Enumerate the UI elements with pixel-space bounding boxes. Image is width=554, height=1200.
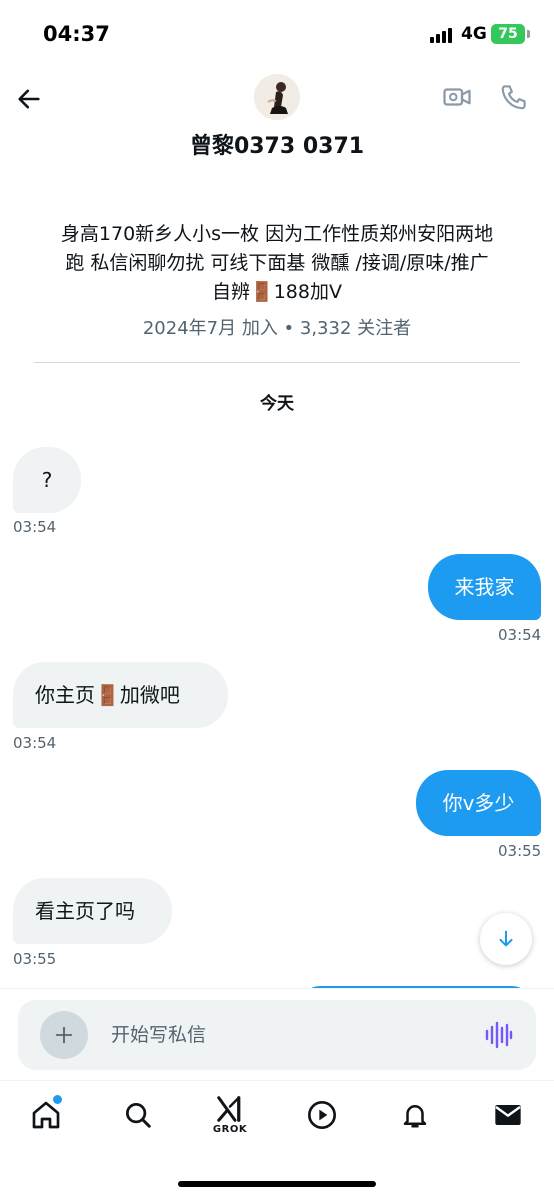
tab-messages[interactable] (485, 1092, 531, 1138)
voice-call-button[interactable] (497, 80, 531, 114)
search-icon (126, 1103, 151, 1128)
status-bar: 04:37 4G 75 (0, 0, 554, 62)
video-call-button[interactable] (440, 80, 474, 114)
message-timestamp: 03:55 (13, 950, 57, 968)
message-input[interactable] (111, 1021, 461, 1049)
message-text: 你主页🚪加微吧 (35, 683, 180, 707)
message-text: 来我家 (454, 575, 515, 599)
notification-dot (53, 1095, 62, 1104)
message-timestamp: 03:54 (13, 518, 57, 536)
home-indicator (178, 1181, 376, 1187)
message-text: 你v多少 (442, 791, 515, 815)
message-timestamp: 03:54 (13, 734, 57, 752)
signal-icon (430, 28, 452, 43)
message-timestamp: 03:54 (498, 626, 542, 644)
envelope-icon (495, 1105, 521, 1125)
tab-video[interactable] (299, 1092, 345, 1138)
play-circle-icon (308, 1101, 336, 1129)
battery-icon: 75 (491, 24, 525, 44)
arrow-down-icon (499, 930, 513, 947)
arrow-left-icon (18, 89, 40, 109)
video-camera-icon (443, 88, 471, 106)
status-time: 04:37 (43, 22, 110, 46)
voice-message-button[interactable] (480, 1017, 516, 1053)
scroll-to-bottom-button[interactable] (480, 913, 532, 965)
voice-wave-icon (485, 1021, 513, 1049)
tab-grok[interactable]: GROK (207, 1092, 253, 1138)
plus-icon (55, 1026, 73, 1044)
message-bubble-incoming[interactable]: ? (13, 447, 81, 513)
message-bubble-outgoing[interactable]: 你v多少 (416, 770, 541, 836)
message-timestamp: 03:55 (498, 842, 542, 860)
bell-icon (403, 1105, 427, 1128)
avatar-image (254, 74, 300, 120)
bio-line: 身高170新乡人小s一枚 因为工作性质郑州安阳两地 (60, 223, 494, 245)
contact-name[interactable]: 曾黎0373 0371 (0, 128, 554, 160)
battery-tip (527, 30, 530, 38)
door-emoji: 🚪 (95, 683, 120, 707)
avatar[interactable] (254, 74, 300, 120)
date-separator: 今天 (260, 394, 294, 414)
phone-icon (501, 85, 526, 110)
tab-home[interactable] (23, 1092, 69, 1138)
divider (34, 362, 520, 363)
grok-label: GROK (212, 1124, 248, 1135)
profile-joined-followers: 2024年7月 加入 • 3,332 关注者 (142, 318, 412, 339)
network-type: 4G (461, 24, 487, 44)
tab-notifications[interactable] (392, 1092, 438, 1138)
message-bubble-outgoing[interactable]: 来我家 (428, 554, 541, 620)
message-bubble-incoming[interactable]: 看主页了吗 (13, 878, 172, 944)
grok-icon (217, 1096, 241, 1122)
tab-search[interactable] (115, 1092, 161, 1138)
bio-line: 自辨🚪188加V (212, 281, 342, 303)
battery-level: 75 (498, 26, 518, 42)
back-button[interactable] (12, 82, 46, 116)
message-text: 看主页了吗 (35, 899, 135, 923)
door-emoji: 🚪 (250, 281, 274, 303)
profile-bio: 身高170新乡人小s一枚 因为工作性质郑州安阳两地 跑 私信闲聊勿扰 可线下面基… (30, 220, 524, 307)
message-text: ? (41, 468, 53, 492)
message-bubble-incoming[interactable]: 你主页🚪加微吧 (13, 662, 228, 728)
add-media-button[interactable] (40, 1011, 88, 1059)
bio-line: 跑 私信闲聊勿扰 可线下面基 微醺 /接调/原味/推广 (65, 252, 489, 274)
